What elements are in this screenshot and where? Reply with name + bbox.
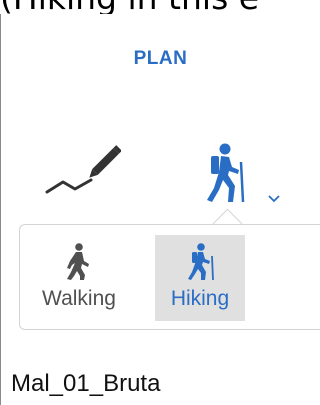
plan-panel: PLAN Walking Hiking Mal_01_Bruta bbox=[0, 14, 320, 405]
chevron-down-icon bbox=[268, 195, 280, 203]
track-name: Mal_01_Bruta bbox=[11, 370, 161, 397]
mode-option-walking[interactable]: Walking bbox=[34, 235, 124, 321]
pencil-route-icon bbox=[45, 145, 122, 194]
walking-person-icon bbox=[67, 243, 89, 280]
mode-option-hiking-label: Hiking bbox=[170, 287, 230, 310]
travel-mode-selector[interactable] bbox=[197, 142, 289, 212]
draw-route-button[interactable] bbox=[43, 142, 122, 202]
panel-title: PLAN bbox=[133, 48, 188, 69]
mode-options-popover: Walking Hiking bbox=[19, 224, 320, 330]
mode-option-walking-label: Walking bbox=[42, 287, 116, 310]
hiking-person-icon bbox=[207, 143, 245, 203]
mode-option-hiking[interactable]: Hiking bbox=[155, 235, 245, 321]
hiking-person-icon bbox=[188, 243, 214, 281]
